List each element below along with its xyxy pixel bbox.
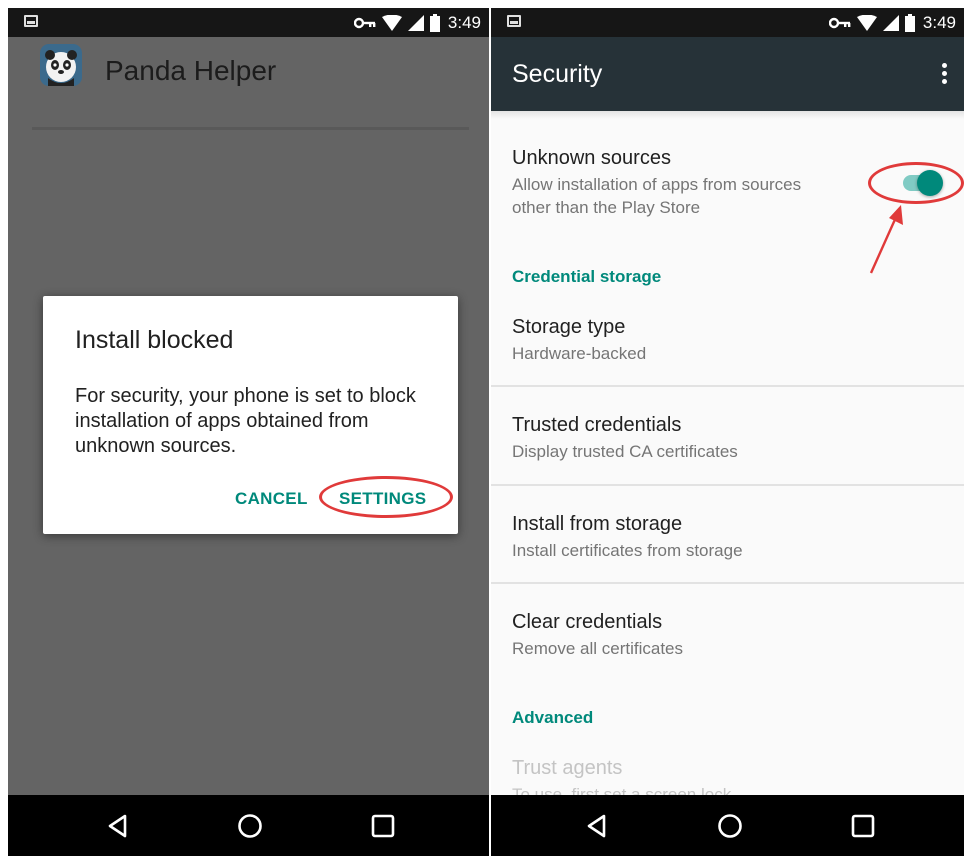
- dialog-message: For security, your phone is set to block…: [75, 385, 416, 457]
- pref-summary-line2: other than the Play Store: [512, 198, 701, 217]
- recents-icon[interactable]: [370, 813, 396, 839]
- left-phone-screen: 3:49 Panda Helper Install blocked For se…: [8, 8, 489, 856]
- pref-title: Clear credentials: [512, 611, 663, 633]
- app-header: Panda Helper: [8, 37, 489, 129]
- back-icon[interactable]: [584, 813, 610, 839]
- wifi-icon: [856, 14, 877, 31]
- recents-icon[interactable]: [850, 813, 876, 839]
- settings-highlight-ring: [319, 476, 453, 518]
- pref-title: Install from storage: [512, 513, 683, 535]
- navigation-bar: [8, 795, 489, 856]
- home-icon[interactable]: [237, 813, 263, 839]
- vpn-key-icon: [828, 17, 851, 28]
- divider: [491, 385, 964, 387]
- pref-title: Trusted credentials: [512, 414, 682, 436]
- pref-summary: Install certificates from storage: [512, 541, 743, 560]
- status-time: 3:49: [922, 12, 956, 32]
- install-blocked-dialog: Install blocked For security, your phone…: [43, 296, 458, 534]
- right-phone-screen: 3:49 Security Unknown sources Allow inst…: [491, 8, 964, 856]
- divider: [491, 484, 964, 486]
- app-title: Panda Helper: [105, 55, 277, 86]
- pref-summary: Hardware-backed: [512, 344, 647, 363]
- home-icon[interactable]: [717, 813, 743, 839]
- pref-summary: Display trusted CA certificates: [512, 442, 738, 461]
- toggle-highlight-ring: [868, 162, 964, 204]
- category-advanced: Advanced: [512, 708, 594, 727]
- back-icon[interactable]: [105, 813, 131, 839]
- cell-signal-icon: [407, 14, 424, 31]
- divider: [491, 582, 964, 584]
- wifi-icon: [381, 14, 402, 31]
- toolbar: Security: [491, 37, 964, 111]
- header-divider: [32, 127, 469, 130]
- cancel-button[interactable]: CANCEL: [235, 489, 308, 509]
- pref-summary: To use, first set a screen lock: [512, 785, 732, 795]
- pref-summary: Remove all certificates: [512, 639, 684, 658]
- pref-summary-line1: Allow installation of apps from sources: [512, 175, 802, 194]
- status-time: 3:49: [447, 12, 481, 32]
- cell-signal-icon: [882, 14, 899, 31]
- image-icon: [24, 15, 38, 27]
- panda-app-icon: [40, 44, 82, 86]
- pref-title: Storage type: [512, 316, 626, 338]
- security-settings-list: Unknown sources Allow installation of ap…: [491, 111, 964, 795]
- arrow-annotation-icon: [869, 205, 903, 274]
- image-icon: [507, 15, 521, 27]
- overflow-menu-icon[interactable]: [942, 63, 948, 87]
- battery-icon: [429, 13, 440, 32]
- pref-title: Trust agents: [512, 757, 623, 779]
- navigation-bar: [491, 795, 964, 856]
- status-bar: 3:49: [491, 8, 964, 37]
- toolbar-shadow: [491, 111, 964, 119]
- vpn-key-icon: [353, 17, 376, 28]
- battery-icon: [904, 13, 915, 32]
- toolbar-title: Security: [512, 60, 603, 88]
- dialog-title: Install blocked: [75, 326, 234, 354]
- pref-title: Unknown sources: [512, 147, 671, 169]
- category-credential-storage: Credential storage: [512, 267, 662, 286]
- status-bar: 3:49: [8, 8, 489, 37]
